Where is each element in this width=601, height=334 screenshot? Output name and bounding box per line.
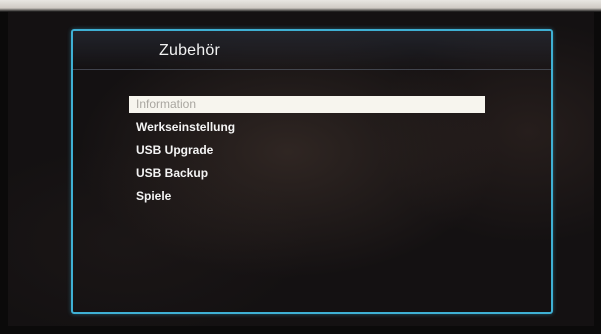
menu-item-werkseinstellung[interactable]: Werkseinstellung [129, 119, 485, 136]
menu-item-usb-upgrade[interactable]: USB Upgrade [129, 142, 485, 159]
menu-item-information[interactable]: Information [129, 96, 485, 113]
tv-screen: Zubehör Information Werkseinstellung USB… [8, 12, 594, 326]
title-bar: Zubehör [73, 31, 551, 70]
page-title: Zubehör [159, 42, 220, 59]
menu-item-usb-backup[interactable]: USB Backup [129, 165, 485, 182]
tv-bezel: Zubehör Information Werkseinstellung USB… [0, 0, 601, 334]
menu-item-spiele[interactable]: Spiele [129, 188, 485, 205]
menu-panel: Zubehör Information Werkseinstellung USB… [71, 29, 553, 314]
menu-list: Information Werkseinstellung USB Upgrade… [129, 96, 485, 211]
